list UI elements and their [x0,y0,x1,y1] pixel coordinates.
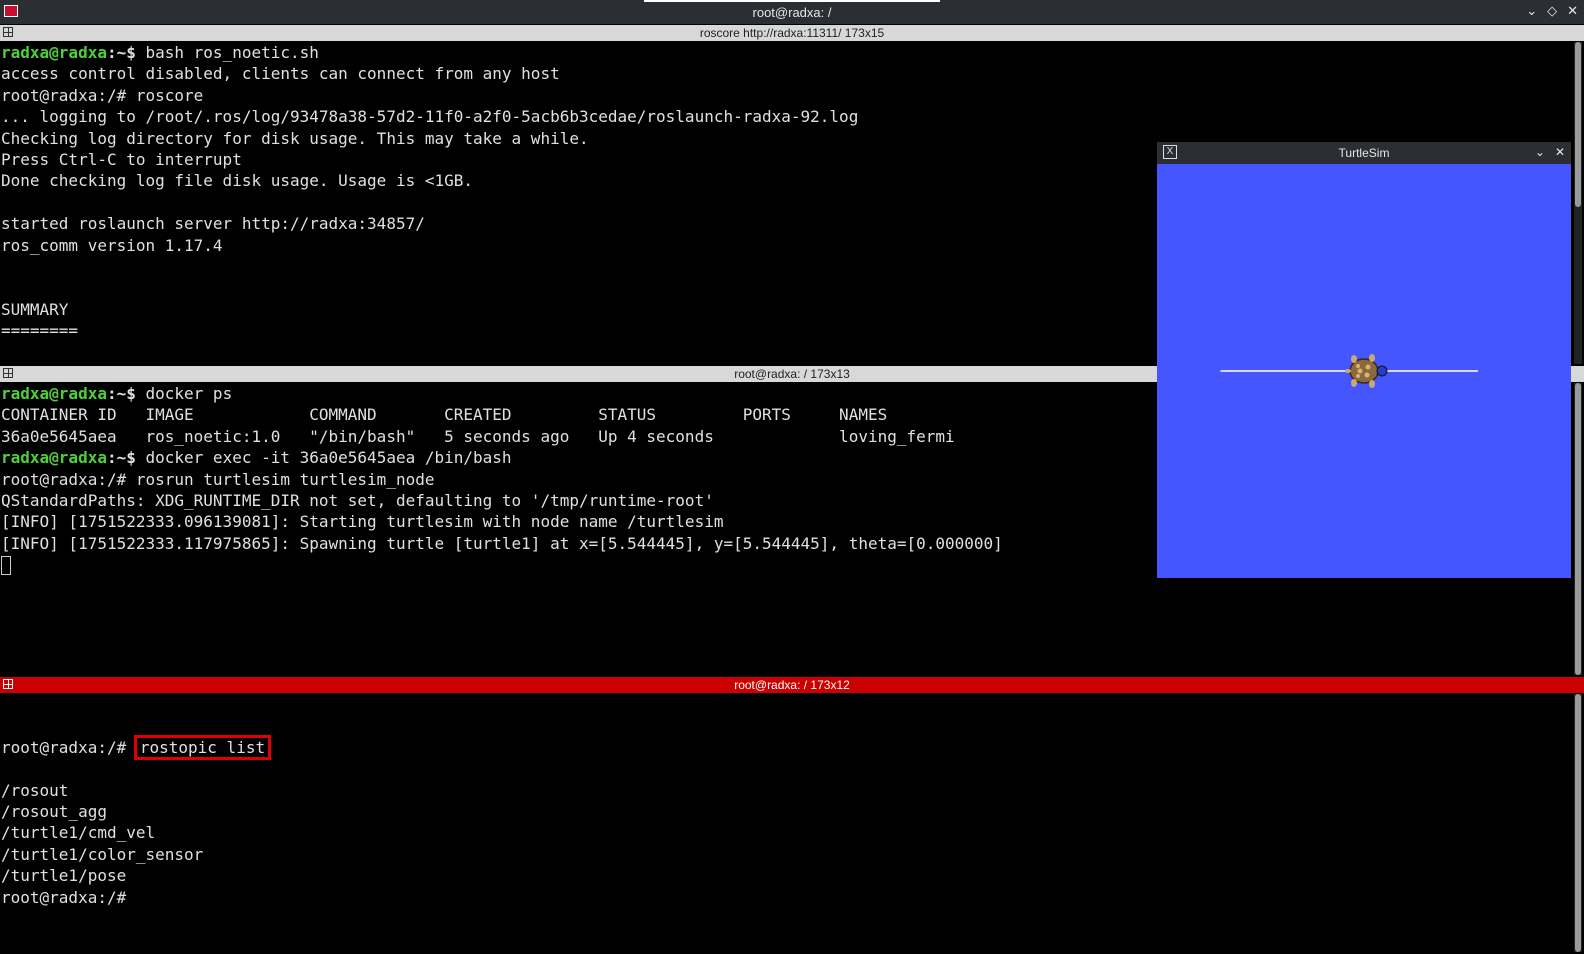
maximize-icon[interactable]: ◇ [1547,3,1557,19]
close-icon[interactable]: ✕ [1567,3,1578,19]
scrollbar-pane-turtlesim[interactable] [1574,383,1582,675]
user-prompt: radxa@radxa [1,448,107,468]
turtlesim-window[interactable]: X TurtleSim ⌄ ✕ [1157,142,1571,578]
line-text: CONTAINER ID IMAGE COMMAND CREATED STATU… [1,405,888,425]
line-text: /rosout [1,780,69,800]
line-text: SUMMARY [1,299,69,319]
scrollbar-thumb[interactable] [1575,694,1581,952]
terminal-line: /rosout [1,780,1561,801]
scrollbar-pane-rostopic[interactable] [1574,694,1582,952]
line-text: [INFO] [1751522333.096139081]: Starting … [1,512,724,532]
line-text: root@radxa:/# roscore [1,85,204,105]
line-text: /turtle1/color_sensor [1,844,204,864]
line-text: access control disabled, clients can con… [1,64,560,84]
pane-header-rostopic[interactable]: root@radxa: / 173x12 [0,677,1584,693]
prompt-line: root@radxa:/# rostopic list [1,734,1561,760]
terminal-line: /turtle1/cmd_vel [1,822,1561,843]
terminal-line: root@radxa:/# roscore [1,85,1561,106]
line-text: 36a0e5645aea ros_noetic:1.0 "/bin/bash" … [1,426,955,446]
highlighted-command: rostopic list [133,734,272,760]
turtlesim-titlebar[interactable]: X TurtleSim ⌄ ✕ [1157,142,1571,164]
line-text: QStandardPaths: XDG_RUNTIME_DIR not set,… [1,490,714,510]
terminal-line: /turtle1/color_sensor [1,844,1561,865]
line-text: Checking log directory for disk usage. T… [1,128,589,148]
pane-title: roscore http://radxa:11311/ 173x15 [699,26,885,40]
prompt-path: :~$ [106,448,146,468]
user-prompt: radxa@radxa [1,43,107,62]
pane-header-roscore[interactable]: roscore http://radxa:11311/ 173x15 [0,25,1584,41]
terminal-line: radxa@radxa:~$ bash ros_noetic.sh [1,42,1561,63]
line-text: root@radxa:/# rosrun turtlesim turtlesim… [1,469,435,489]
turtlesim-controls: ⌄ ✕ [1535,145,1565,159]
line-text: /rosout_agg [1,802,107,821]
line-text: bash ros_noetic.sh [145,43,319,62]
terminal-pane-rostopic[interactable]: root@radxa:/# rostopic list /rosout/roso… [1,694,1561,908]
prompt-path: :~$ [106,43,146,62]
window-title: root@radxa: / [752,5,832,20]
scrollbar-thumb[interactable] [1575,383,1581,675]
window-controls: ⌄ ◇ ✕ [1526,3,1578,19]
title-accent-stripe [644,0,940,2]
terminal-cursor [1,556,11,576]
line-text: [INFO] [1751522333.117975865]: Spawning … [1,533,1003,553]
line-text: docker exec -it 36a0e5645aea /bin/bash [145,448,512,468]
window-titlebar: root@radxa: / ⌄ ◇ ✕ [0,0,1584,24]
prompt-path: :~$ [106,384,146,403]
turtlesim-canvas[interactable] [1157,164,1571,578]
line-text: Done checking log file disk usage. Usage… [1,171,474,191]
scrollbar-thumb[interactable] [1575,42,1581,207]
line-text: /turtle1/cmd_vel [1,823,156,843]
close-icon[interactable]: ✕ [1555,145,1565,159]
line-text: ======== [1,321,79,341]
terminal-line: /turtle1/pose [1,865,1561,886]
terminal-line: root@radxa:/# [1,887,1561,908]
terminal-line: ... logging to /root/.ros/log/93478a38-5… [1,106,1561,127]
minimize-icon[interactable]: ⌄ [1535,145,1545,159]
turtlesim-title: TurtleSim [1338,146,1390,160]
root-prompt: root@radxa:/# [1,737,136,757]
minimize-icon[interactable]: ⌄ [1526,3,1537,19]
scrollbar-pane-roscore[interactable] [1574,42,1582,364]
line-text: ... logging to /root/.ros/log/93478a38-5… [1,107,859,127]
line-text: started roslaunch server http://radxa:34… [1,214,425,234]
line-text: Press Ctrl-C to interrupt [1,149,242,169]
line-text: root@radxa:/# [1,887,136,907]
user-prompt: radxa@radxa [1,384,107,403]
line-text: /turtle1/pose [1,866,127,886]
terminal-line: /rosout_agg [1,801,1561,822]
pane-title: root@radxa: / 173x12 [734,678,850,692]
line-text: ros_comm version 1.17.4 [1,235,223,255]
line-text: docker ps [145,384,233,403]
terminal-line: access control disabled, clients can con… [1,63,1561,84]
